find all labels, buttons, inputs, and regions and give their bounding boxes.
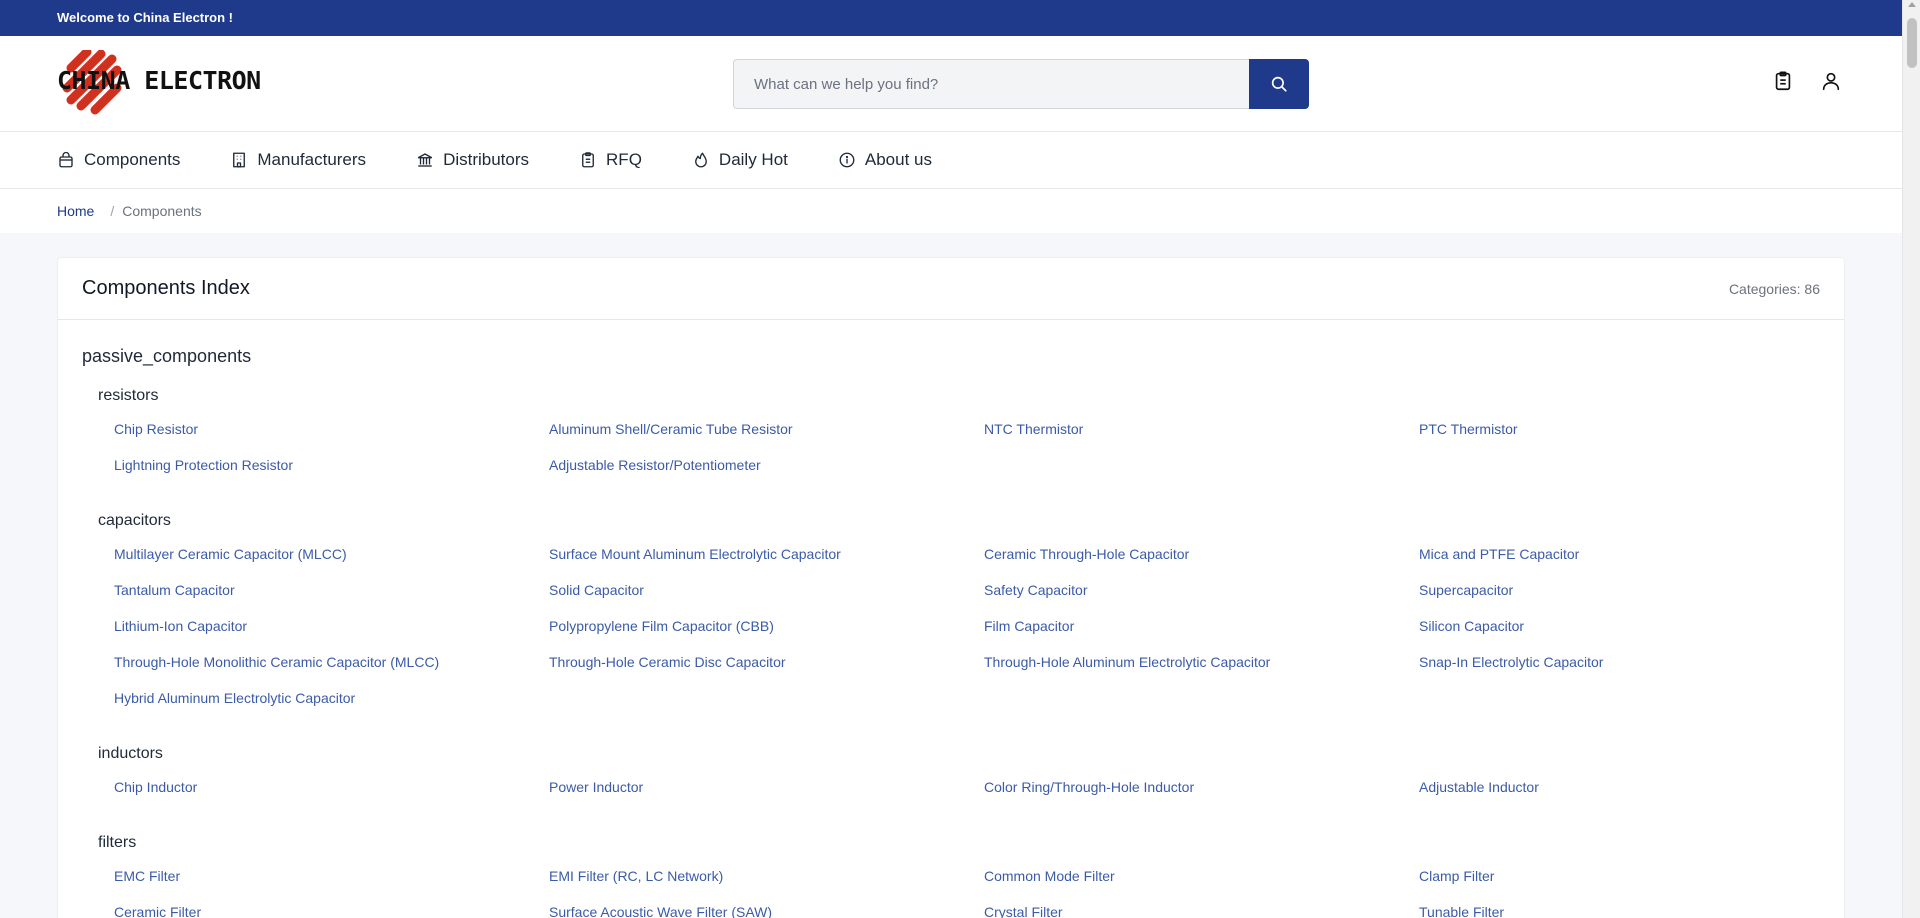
category-link[interactable]: Aluminum Shell/Ceramic Tube Resistor — [549, 420, 984, 456]
building-icon — [233, 152, 246, 168]
nav-daily-hot[interactable]: Daily Hot — [692, 150, 788, 170]
category-grid: EMC Filter EMI Filter (RC, LC Network) Com… — [114, 867, 1820, 918]
category-link[interactable]: Clamp Filter — [1419, 867, 1854, 903]
category-link[interactable]: NTC Thermistor — [984, 420, 1419, 456]
category-link[interactable]: EMI Filter (RC, LC Network) — [549, 867, 984, 903]
category-link[interactable]: Mica and PTFE Capacitor — [1419, 545, 1854, 581]
clipboard-icon[interactable] — [1772, 70, 1794, 92]
category-link[interactable]: Adjustable Inductor — [1419, 778, 1854, 814]
nav-rfq[interactable]: RFQ — [579, 150, 642, 170]
subgroup-list: resistors Chip Resistor Aluminum Shell/Cer… — [98, 387, 1820, 918]
category-link[interactable]: Color Ring/Through-Hole Inductor — [984, 778, 1419, 814]
category-link[interactable]: Adjustable Resistor/Potentiometer — [549, 456, 984, 492]
breadcrumb-home[interactable]: Home — [57, 203, 94, 219]
search-bar — [733, 59, 1309, 109]
breadcrumb-separator: / — [110, 203, 115, 219]
category-link[interactable]: Chip Inductor — [114, 778, 549, 814]
category-link[interactable]: Crystal Filter — [984, 903, 1419, 918]
subgroup-title: resistors — [98, 387, 159, 404]
user-icon[interactable] — [1820, 70, 1842, 92]
card-header: Components Index Categories: 86 — [58, 258, 1844, 320]
nav-manufacturers[interactable]: Manufacturers — [230, 150, 366, 170]
header-actions — [1772, 70, 1842, 92]
welcome-text: Welcome to China Electron ! — [57, 10, 234, 25]
group-title: passive_components — [82, 346, 252, 366]
category-link[interactable]: Snap-In Electrolytic Capacitor — [1419, 653, 1854, 689]
welcome-bar: Welcome to China Electron ! — [0, 0, 1902, 36]
components-index-card: Components Index Categories: 86 passive_… — [57, 257, 1845, 918]
category-link[interactable]: EMC Filter — [114, 867, 549, 903]
scroll-up-arrow-icon[interactable] — [1908, 2, 1916, 7]
category-link[interactable]: Surface Acoustic Wave Filter (SAW) — [549, 903, 984, 918]
category-link[interactable]: Ceramic Through-Hole Capacitor — [984, 545, 1419, 581]
category-link[interactable]: Supercapacitor — [1419, 581, 1854, 617]
subgroup-title: filters — [98, 834, 137, 851]
main-nav: Components Manufacturers Distributors RF… — [0, 132, 1902, 189]
category-link[interactable]: Lithium-Ion Capacitor — [114, 617, 549, 653]
category-link[interactable]: Chip Resistor — [114, 420, 549, 456]
info-icon — [839, 152, 855, 168]
nav-label: RFQ — [606, 150, 642, 169]
page-title: Components Index — [82, 277, 250, 299]
page: Welcome to China Electron ! CHINA ELECTR… — [0, 0, 1902, 233]
clipboard-list-icon — [582, 152, 594, 168]
category-link[interactable]: Ceramic Filter — [114, 903, 549, 918]
category-link[interactable]: Tunable Filter — [1419, 903, 1854, 918]
nav-components[interactable]: Components — [57, 150, 180, 170]
logo[interactable]: CHINA ELECTRON — [57, 50, 272, 116]
card-body: passive_components resistors Chip Resisto… — [58, 320, 1844, 918]
nav-label: About us — [864, 150, 932, 169]
nav-distributors[interactable]: Distributors — [416, 150, 529, 170]
category-grid: Chip Inductor Power Inductor Color Ring/Th… — [114, 778, 1820, 814]
scrollbar[interactable] — [1902, 0, 1920, 918]
nav-label: Components — [84, 150, 181, 169]
breadcrumb: Home / Components — [0, 189, 1902, 233]
breadcrumb-current: Components — [122, 203, 202, 219]
category-link[interactable]: Through-Hole Ceramic Disc Capacitor — [549, 653, 984, 689]
category-link[interactable]: Tantalum Capacitor — [114, 581, 549, 617]
nav-label: Manufacturers — [257, 150, 367, 169]
nav-about-us[interactable]: About us — [838, 150, 932, 170]
logo-text: CHINA ELECTRON — [57, 66, 261, 95]
category-grid: Chip Resistor Aluminum Shell/Ceramic Tube… — [114, 420, 1820, 492]
category-link[interactable]: Film Capacitor — [984, 617, 1419, 653]
search-input[interactable] — [733, 59, 1249, 109]
subgroup-title: capacitors — [98, 512, 171, 529]
flame-icon — [694, 152, 707, 168]
search-button[interactable] — [1249, 59, 1309, 109]
subgroup-title: inductors — [98, 745, 163, 762]
category-link[interactable]: Polypropylene Film Capacitor (CBB) — [549, 617, 984, 653]
nav-label: Distributors — [443, 150, 530, 169]
category-link[interactable]: Through-Hole Monolithic Ceramic Capacito… — [114, 653, 549, 689]
nav-label: Daily Hot — [718, 150, 788, 169]
category-link[interactable]: Silicon Capacitor — [1419, 617, 1854, 653]
category-link[interactable]: Power Inductor — [549, 778, 984, 814]
category-link[interactable]: Hybrid Aluminum Electrolytic Capacitor — [114, 689, 549, 725]
category-link[interactable]: Solid Capacitor — [549, 581, 984, 617]
category-link[interactable]: Surface Mount Aluminum Electrolytic Capa… — [549, 545, 984, 581]
scrollbar-thumb[interactable] — [1907, 18, 1917, 68]
header: CHINA ELECTRON — [0, 36, 1902, 132]
category-grid: Multilayer Ceramic Capacitor (MLCC) Surfa… — [114, 545, 1820, 725]
category-link[interactable]: Safety Capacitor — [984, 581, 1419, 617]
category-link[interactable]: PTC Thermistor — [1419, 420, 1854, 456]
search-icon — [1271, 76, 1287, 92]
category-link[interactable]: Common Mode Filter — [984, 867, 1419, 903]
category-link[interactable]: Lightning Protection Resistor — [114, 456, 549, 492]
category-link[interactable]: Multilayer Ceramic Capacitor (MLCC) — [114, 545, 549, 581]
bank-icon — [417, 153, 433, 167]
bag-icon — [59, 151, 73, 168]
category-link[interactable]: Through-Hole Aluminum Electrolytic Capac… — [984, 653, 1419, 689]
categories-count: Categories: 86 — [1728, 280, 1820, 297]
